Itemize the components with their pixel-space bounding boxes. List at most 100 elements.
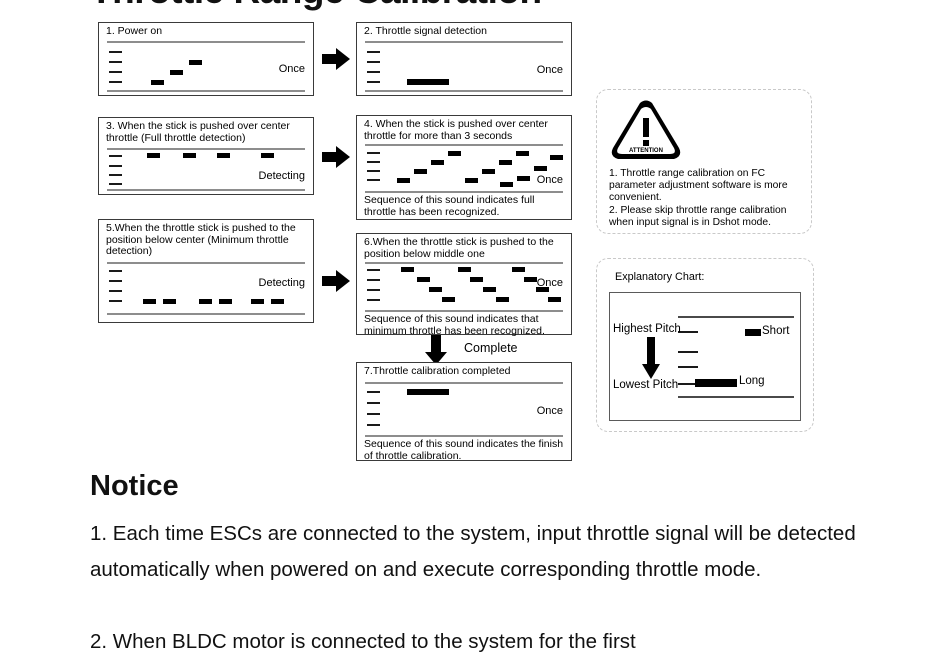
beep-note bbox=[147, 153, 160, 158]
lowest-pitch-rule bbox=[678, 396, 794, 398]
pitch-tick bbox=[367, 61, 380, 63]
pitch-tick bbox=[109, 71, 122, 73]
flow-arrow-5-to-6-icon bbox=[322, 270, 350, 292]
beep-note bbox=[448, 151, 461, 156]
pitch-tick bbox=[367, 402, 380, 404]
beep-note bbox=[261, 153, 274, 158]
beep-note bbox=[496, 297, 509, 302]
pitch-tick bbox=[367, 279, 380, 281]
beep-note bbox=[401, 267, 414, 272]
step-5-staff: Detecting bbox=[99, 220, 313, 324]
beep-note bbox=[431, 160, 444, 165]
step-box-1: 1. Power on Once bbox=[98, 22, 314, 96]
pitch-tick bbox=[678, 351, 698, 353]
beep-note-long bbox=[407, 79, 449, 85]
step-box-5: 5.When the throttle stick is pushed to t… bbox=[98, 219, 314, 323]
highest-pitch-label: Highest Pitch bbox=[613, 323, 681, 335]
notice-item-1: 1. Each time ESCs are connected to the s… bbox=[90, 522, 856, 581]
pitch-tick bbox=[367, 170, 380, 172]
manual-page: Throttle Range Calibration 1. Power on O… bbox=[0, 0, 940, 653]
pitch-tick bbox=[109, 155, 122, 157]
step-box-7: 7.Throttle calibration completed Once Se… bbox=[356, 362, 572, 462]
step-4-caption: Sequence of this sound indicates full th… bbox=[364, 194, 535, 218]
short-beep-label: Short bbox=[762, 325, 790, 337]
beep-note bbox=[512, 267, 525, 272]
pitch-direction-arrow-icon bbox=[642, 337, 660, 384]
pitch-tick bbox=[367, 179, 380, 181]
step-5-repeat-label: Detecting bbox=[258, 277, 305, 289]
step-7-caption: Sequence of this sound indicates the fin… bbox=[364, 438, 564, 462]
step-6-staff: Once Sequence of this sound indicates th… bbox=[357, 234, 571, 337]
pitch-tick bbox=[109, 183, 122, 185]
pitch-tick bbox=[109, 280, 122, 282]
pitch-tick bbox=[367, 289, 380, 291]
beep-note bbox=[397, 178, 410, 183]
pitch-tick bbox=[367, 299, 380, 301]
step-1-repeat-label: Once bbox=[278, 63, 305, 75]
step-1-staff: Once bbox=[99, 23, 313, 97]
beep-note bbox=[516, 151, 529, 156]
step-6-repeat-label: Once bbox=[536, 277, 563, 289]
beep-note bbox=[524, 277, 537, 282]
pitch-tick bbox=[367, 161, 380, 163]
beep-note bbox=[271, 299, 284, 304]
page-title: Throttle Range Calibration bbox=[90, 0, 542, 12]
attention-line-1: 1. Throttle range calibration on FC para… bbox=[609, 168, 788, 204]
pitch-tick bbox=[109, 174, 122, 176]
beep-note bbox=[470, 277, 483, 282]
beep-note bbox=[251, 299, 264, 304]
beep-note bbox=[499, 160, 512, 165]
pitch-tick bbox=[109, 61, 122, 63]
step-box-6: 6.When the throttle stick is pushed to t… bbox=[356, 233, 572, 337]
beep-note bbox=[500, 182, 513, 187]
beep-note bbox=[163, 299, 176, 304]
pitch-tick bbox=[367, 51, 380, 53]
beep-note bbox=[483, 287, 496, 292]
pitch-tick bbox=[109, 81, 122, 83]
beep-note bbox=[548, 297, 561, 302]
long-beep-sample bbox=[695, 379, 737, 387]
pitch-tick bbox=[367, 413, 380, 415]
pitch-tick bbox=[109, 51, 122, 53]
beep-note bbox=[465, 178, 478, 183]
pitch-tick bbox=[109, 270, 122, 272]
beep-note bbox=[517, 176, 530, 181]
beep-note bbox=[183, 153, 196, 158]
step-2-staff: Once bbox=[357, 23, 571, 97]
beep-note bbox=[151, 80, 164, 85]
highest-pitch-rule bbox=[678, 316, 794, 318]
beep-note bbox=[534, 166, 547, 171]
pitch-tick bbox=[367, 71, 380, 73]
step-4-repeat-label: Once bbox=[536, 174, 563, 186]
pitch-tick bbox=[367, 81, 380, 83]
beep-note bbox=[458, 267, 471, 272]
attention-warning-icon: ATTENTION bbox=[609, 98, 683, 164]
pitch-tick bbox=[678, 331, 698, 333]
step-box-2: 2. Throttle signal detection Once bbox=[356, 22, 572, 96]
step-2-repeat-label: Once bbox=[536, 64, 563, 76]
step-3-staff: Detecting bbox=[99, 118, 313, 196]
step-7-staff: Once Sequence of this sound indicates th… bbox=[357, 363, 571, 462]
complete-label: Complete bbox=[464, 341, 518, 355]
short-beep-sample bbox=[745, 329, 761, 336]
attention-panel: ATTENTION 1. Throttle range calibration … bbox=[596, 89, 812, 234]
flow-arrow-1-to-2-icon bbox=[322, 48, 350, 70]
beep-note bbox=[199, 299, 212, 304]
step-box-4: 4. When the stick is pushed over center … bbox=[356, 115, 572, 220]
beep-note bbox=[429, 287, 442, 292]
flow-arrow-3-to-4-icon bbox=[322, 146, 350, 168]
notice-item-2: 2. When BLDC motor is connected to the s… bbox=[90, 630, 636, 653]
step-box-3: 3. When the stick is pushed over center … bbox=[98, 117, 314, 195]
attention-line-2: 2. Please skip throttle range calibratio… bbox=[609, 205, 787, 229]
pitch-tick bbox=[367, 269, 380, 271]
beep-note bbox=[170, 70, 183, 75]
flow-arrow-6-to-7-icon bbox=[425, 335, 447, 365]
beep-note bbox=[219, 299, 232, 304]
explanatory-chart-panel: Explanatory Chart: Highest Pitch Lowest … bbox=[596, 258, 814, 432]
step-7-repeat-label: Once bbox=[536, 405, 563, 417]
beep-note bbox=[550, 155, 563, 160]
svg-text:ATTENTION: ATTENTION bbox=[629, 148, 663, 154]
pitch-tick bbox=[367, 152, 380, 154]
long-beep-label: Long bbox=[739, 375, 765, 387]
beep-note bbox=[189, 60, 202, 65]
